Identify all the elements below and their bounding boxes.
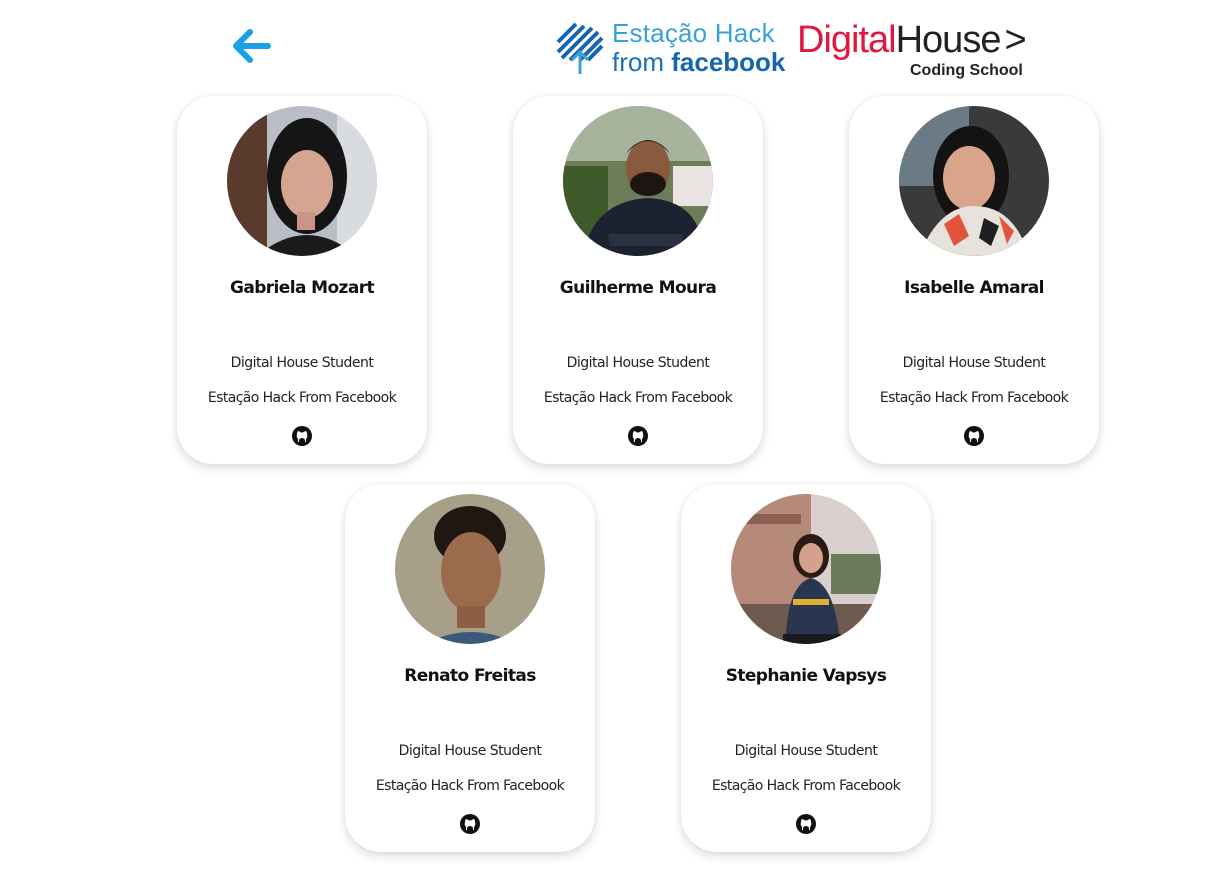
card-name: Gabriela Mozart	[229, 278, 375, 298]
card-org: Estação Hack From Facebook	[879, 390, 1069, 406]
card-org: Estação Hack From Facebook	[207, 390, 397, 406]
avatar	[395, 494, 545, 644]
github-icon	[796, 814, 816, 834]
avatar	[227, 106, 377, 256]
card-name: Renato Freitas	[404, 666, 536, 686]
card-role: Digital House Student	[566, 355, 710, 371]
estacao-hack-mark-icon	[556, 22, 604, 74]
card-role: Digital House Student	[230, 355, 374, 371]
card-name: Stephanie Vapsys	[725, 666, 887, 686]
github-link[interactable]	[459, 813, 481, 835]
hack-logo-subtitle: from facebook	[612, 47, 786, 77]
avatar	[563, 106, 713, 256]
card-org: Estação Hack From Facebook	[543, 390, 733, 406]
avatar	[899, 106, 1049, 256]
hack-logo-title: Estação Hack	[612, 18, 775, 48]
card-org: Estação Hack From Facebook	[375, 778, 565, 794]
github-link[interactable]	[963, 425, 985, 447]
card-name: Isabelle Amaral	[904, 278, 1044, 298]
estacao-hack-logo: Estação Hack from facebook	[556, 18, 788, 78]
card-role: Digital House Student	[734, 743, 878, 759]
profile-card: Gabriela Mozart Digital House Student Es…	[177, 96, 427, 464]
card-role: Digital House Student	[902, 355, 1046, 371]
dh-logo-subtitle: Coding School	[910, 62, 1023, 79]
github-icon	[964, 426, 984, 446]
github-link[interactable]	[291, 425, 313, 447]
profile-card: Renato Freitas Digital House Student Est…	[345, 484, 595, 852]
github-link[interactable]	[795, 813, 817, 835]
card-role: Digital House Student	[398, 743, 542, 759]
profile-card: Isabelle Amaral Digital House Student Es…	[849, 96, 1099, 464]
profile-card: Guilherme Moura Digital House Student Es…	[513, 96, 763, 464]
digital-house-logo: DigitalHouse > Coding School	[797, 18, 1047, 84]
github-icon	[292, 426, 312, 446]
github-link[interactable]	[627, 425, 649, 447]
profile-card: Stephanie Vapsys Digital House Student E…	[681, 484, 931, 852]
github-icon	[460, 814, 480, 834]
card-name: Guilherme Moura	[559, 278, 717, 298]
avatar	[731, 494, 881, 644]
back-button[interactable]	[228, 22, 276, 70]
card-org: Estação Hack From Facebook	[711, 778, 901, 794]
github-icon	[628, 426, 648, 446]
dh-logo-wordmark: DigitalHouse >	[797, 19, 1027, 61]
arrow-left-icon	[233, 29, 271, 63]
